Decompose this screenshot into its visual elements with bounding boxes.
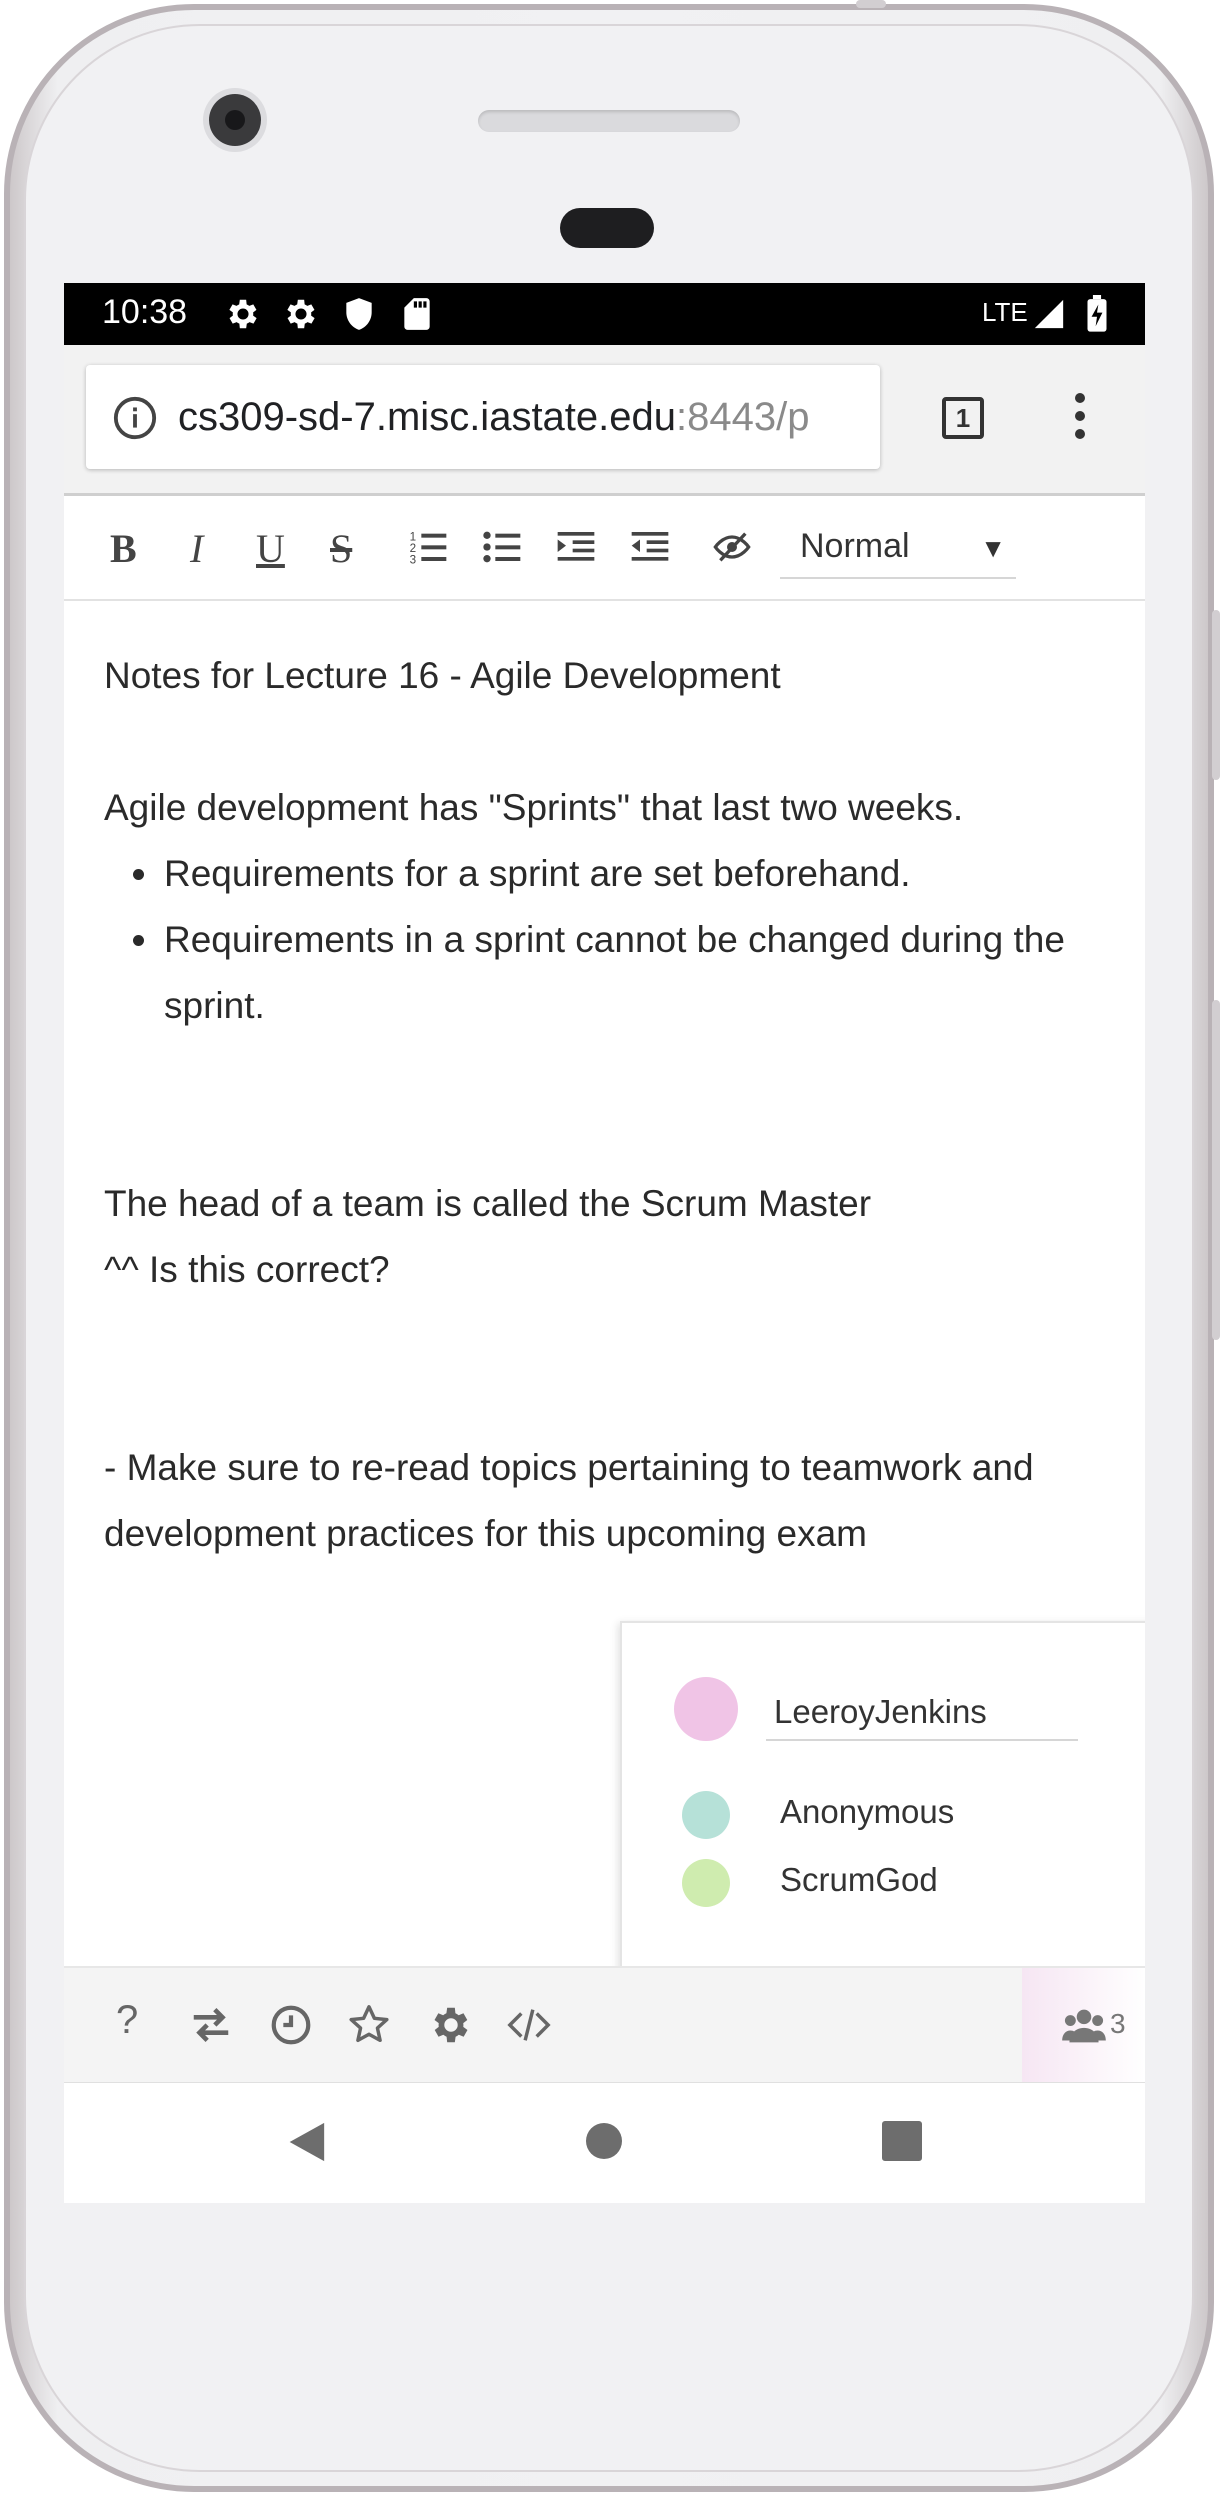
volume-button: [1212, 1000, 1220, 1340]
doc-paragraph: - Make sure to re-read topics pertaining…: [104, 1447, 1034, 1554]
sd-card-icon: [404, 298, 430, 330]
user-count: 3: [1110, 2008, 1126, 2039]
user-name: Anonymous: [780, 1793, 955, 1830]
editor-toolbar: B I U S 1 2 3 Normal ▼: [64, 497, 1145, 601]
bold-button[interactable]: B: [110, 525, 137, 571]
svg-text:3: 3: [410, 554, 416, 567]
format-value: Normal: [800, 527, 910, 565]
settings-icon[interactable]: [428, 2002, 474, 2048]
users-panel: Anonymous ScrumGod: [620, 1621, 1145, 1973]
underline-button[interactable]: U: [256, 525, 285, 571]
self-color-swatch[interactable]: [674, 1677, 738, 1741]
user-name: ScrumGod: [780, 1861, 938, 1898]
front-camera: [209, 94, 261, 146]
url-text[interactable]: cs309-sd-7.misc.iastate.edu:8443/p: [178, 395, 809, 440]
info-icon[interactable]: [112, 395, 158, 441]
doc-paragraph: ^^ Is this correct?: [104, 1249, 390, 1290]
recents-icon[interactable]: [882, 2121, 922, 2161]
bullet-list-icon[interactable]: [482, 527, 522, 567]
help-icon[interactable]: ?: [116, 1998, 162, 2044]
power-button: [1212, 610, 1220, 780]
more-menu-button[interactable]: [1068, 393, 1092, 445]
chevron-down-icon: ▼: [980, 533, 1006, 563]
network-label: LTE: [982, 297, 1028, 327]
url-host: cs309-sd-7.misc.iastate.edu: [178, 395, 677, 439]
navigation-bar: [64, 2083, 1145, 2203]
star-icon[interactable]: [346, 2002, 392, 2048]
earpiece-speaker: [478, 110, 740, 132]
doc-title: Notes for Lecture 16 - Agile Development: [104, 655, 781, 696]
user-color-dot: [682, 1791, 730, 1839]
users-icon: [1062, 2009, 1106, 2043]
settings-icon: [229, 299, 257, 329]
doc-paragraph: Agile development has "Sprints" that las…: [104, 787, 964, 828]
indent-icon[interactable]: [556, 527, 596, 567]
list-item: Requirements in a sprint cannot be chang…: [162, 907, 1114, 1039]
status-time: 10:38: [102, 293, 188, 331]
text-format-select[interactable]: Normal ▼: [780, 517, 1016, 579]
user-color-dot: [682, 1859, 730, 1907]
proximity-sensor: [560, 208, 654, 248]
strikethrough-button[interactable]: S: [330, 525, 352, 571]
shield-icon: [346, 298, 372, 330]
doc-paragraph: The head of a team is called the Scrum M…: [104, 1183, 872, 1224]
url-path: :8443/p: [676, 395, 810, 439]
battery-charging-icon: [1087, 295, 1107, 332]
signal-icon: [1034, 299, 1064, 329]
italic-button[interactable]: I: [190, 525, 203, 571]
settings-icon: [287, 299, 315, 329]
tab-switcher-button[interactable]: 1: [942, 397, 984, 439]
document-editor[interactable]: Notes for Lecture 16 - Agile Development…: [104, 643, 1114, 1567]
username-input[interactable]: [766, 1685, 1078, 1741]
editor-bottom-bar: ? 3: [64, 1966, 1145, 2084]
top-button: [856, 0, 886, 8]
address-bar[interactable]: cs309-sd-7.misc.iastate.edu:8443/p: [86, 365, 880, 469]
ordered-list-icon[interactable]: 1 2 3: [408, 527, 448, 567]
status-bar: 10:38 LTE: [64, 283, 1145, 345]
screen: 10:38 LTE cs309-sd-7.misc.iastate.edu:84…: [64, 283, 1145, 2203]
clear-format-icon[interactable]: [712, 527, 752, 567]
browser-toolbar: cs309-sd-7.misc.iastate.edu:8443/p 1: [64, 345, 1145, 496]
users-toggle-button[interactable]: 3: [1022, 1968, 1145, 2082]
home-icon[interactable]: [586, 2123, 622, 2159]
back-icon[interactable]: [282, 2119, 328, 2165]
outdent-icon[interactable]: [630, 527, 670, 567]
list-item: Requirements for a sprint are set before…: [162, 841, 1114, 907]
history-icon[interactable]: [268, 2002, 314, 2048]
swap-icon[interactable]: [188, 2002, 234, 2048]
bullet-list: Requirements for a sprint are set before…: [104, 841, 1114, 1039]
code-icon[interactable]: [506, 2002, 552, 2048]
